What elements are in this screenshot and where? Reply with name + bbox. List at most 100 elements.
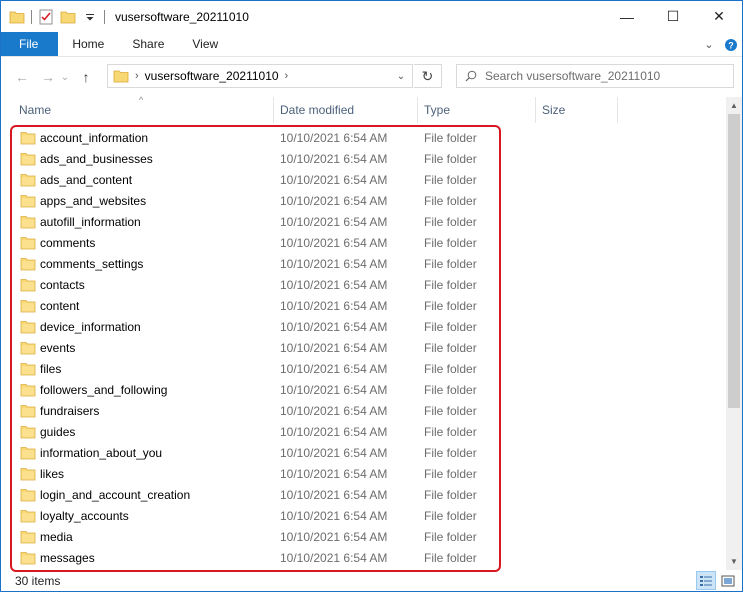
file-name[interactable]: likes xyxy=(40,464,64,485)
up-arrow-icon[interactable]: ↑ xyxy=(75,66,97,88)
vertical-scrollbar[interactable]: ▲ ▼ xyxy=(726,97,742,570)
file-type: File folder xyxy=(424,152,477,166)
file-name[interactable]: media xyxy=(40,527,73,548)
file-row[interactable]: loyalty_accounts 10/10/2021 6:54 AM File f… xyxy=(1,506,726,527)
file-row[interactable]: likes 10/10/2021 6:54 AM File folder xyxy=(1,464,726,485)
file-type: File folder xyxy=(424,257,477,271)
tab-file[interactable]: File xyxy=(1,32,59,56)
maximize-button[interactable]: ☐ xyxy=(650,1,696,32)
column-header-date-modified[interactable]: Date modified xyxy=(274,97,418,123)
back-arrow-icon[interactable]: ← xyxy=(11,66,33,88)
file-name[interactable]: account_information xyxy=(40,128,148,149)
file-row[interactable]: information_about_you 10/10/2021 6:54 AM F… xyxy=(1,443,726,464)
file-row[interactable]: followers_and_following 10/10/2021 6:54 A… xyxy=(1,380,726,401)
file-date-modified: 10/10/2021 6:54 AM xyxy=(280,509,388,523)
tab-view[interactable]: View xyxy=(178,32,232,56)
file-name[interactable]: content xyxy=(40,296,79,317)
file-row[interactable]: ads_and_businesses 10/10/2021 6:54 AM File… xyxy=(1,149,726,170)
file-type: File folder xyxy=(424,320,477,334)
scrollbar-thumb[interactable] xyxy=(728,114,740,408)
file-name[interactable]: ads_and_businesses xyxy=(40,149,153,170)
file-row[interactable]: events 10/10/2021 6:54 AM File folder xyxy=(1,338,726,359)
column-header-type[interactable]: Type xyxy=(418,97,536,123)
search-input[interactable] xyxy=(485,69,725,83)
folder-icon xyxy=(20,152,36,166)
file-row[interactable]: content 10/10/2021 6:54 AM File folder xyxy=(1,296,726,317)
scroll-up-icon[interactable]: ▲ xyxy=(726,97,742,114)
search-box[interactable] xyxy=(456,64,734,88)
file-row[interactable]: autofill_information 10/10/2021 6:54 AM Fi… xyxy=(1,212,726,233)
file-name[interactable]: files xyxy=(40,359,61,380)
file-row[interactable]: guides 10/10/2021 6:54 AM File folder xyxy=(1,422,726,443)
file-name[interactable]: followers_and_following xyxy=(40,380,167,401)
file-name[interactable]: contacts xyxy=(40,275,85,296)
file-name[interactable]: login_and_account_creation xyxy=(40,485,190,506)
chevron-right-icon[interactable]: › xyxy=(285,70,289,82)
file-name[interactable]: events xyxy=(40,338,75,359)
folder-icon xyxy=(20,215,36,229)
file-row[interactable]: comments_settings 10/10/2021 6:54 AM File … xyxy=(1,254,726,275)
folder-icon[interactable] xyxy=(9,9,25,25)
file-name[interactable]: fundraisers xyxy=(40,401,99,422)
help-icon[interactable]: ? xyxy=(720,34,742,56)
file-row[interactable]: ads_and_content 10/10/2021 6:54 AM File fo… xyxy=(1,170,726,191)
customize-dropdown-icon[interactable] xyxy=(82,9,98,25)
file-list: account_information 10/10/2021 6:54 AM Fil… xyxy=(1,128,726,570)
file-name[interactable]: apps_and_websites xyxy=(40,191,146,212)
file-row[interactable]: fundraisers 10/10/2021 6:54 AM File folder xyxy=(1,401,726,422)
file-date-modified: 10/10/2021 6:54 AM xyxy=(280,278,388,292)
folder-icon xyxy=(20,194,36,208)
file-row[interactable]: files 10/10/2021 6:54 AM File folder xyxy=(1,359,726,380)
file-name[interactable]: device_information xyxy=(40,317,141,338)
address-dropdown-icon[interactable]: ⌄ xyxy=(390,65,412,87)
file-name[interactable]: ads_and_content xyxy=(40,170,132,191)
large-icons-view-icon[interactable] xyxy=(718,571,738,590)
file-name[interactable]: information_about_you xyxy=(40,443,162,464)
file-row[interactable]: contacts 10/10/2021 6:54 AM File folder xyxy=(1,275,726,296)
file-name[interactable]: loyalty_accounts xyxy=(40,506,129,527)
tab-share[interactable]: Share xyxy=(118,32,178,56)
item-count: 30 items xyxy=(15,574,61,588)
file-date-modified: 10/10/2021 6:54 AM xyxy=(280,488,388,502)
file-row[interactable]: device_information 10/10/2021 6:54 AM File… xyxy=(1,317,726,338)
refresh-button[interactable]: ↻ xyxy=(414,64,442,88)
file-row[interactable]: messages 10/10/2021 6:54 AM File folder xyxy=(1,548,726,569)
scroll-down-icon[interactable]: ▼ xyxy=(726,553,742,570)
window-controls: — ☐ ✕ xyxy=(604,1,742,32)
file-name[interactable]: comments_settings xyxy=(40,254,143,275)
recent-locations-icon[interactable]: ⌄ xyxy=(59,66,71,88)
file-type: File folder xyxy=(424,194,477,208)
file-name[interactable]: guides xyxy=(40,422,75,443)
column-header-name[interactable]: Name xyxy=(13,97,274,123)
file-type: File folder xyxy=(424,530,477,544)
new-folder-icon[interactable] xyxy=(60,9,76,25)
svg-text:?: ? xyxy=(728,40,734,50)
file-row[interactable]: comments 10/10/2021 6:54 AM File folder xyxy=(1,233,726,254)
tab-home[interactable]: Home xyxy=(58,32,118,56)
folder-icon xyxy=(20,236,36,250)
address-path[interactable]: vusersoftware_20211010 xyxy=(145,69,279,83)
file-type: File folder xyxy=(424,551,477,565)
column-header-size[interactable]: Size xyxy=(536,97,618,123)
chevron-right-icon[interactable]: › xyxy=(135,70,139,82)
file-row[interactable]: login_and_account_creation 10/10/2021 6:5… xyxy=(1,485,726,506)
ribbon-tabs: File Home Share View ⌄ ? xyxy=(1,32,742,57)
forward-arrow-icon[interactable]: → xyxy=(37,66,59,88)
details-view-icon[interactable] xyxy=(696,571,716,590)
file-row[interactable]: media 10/10/2021 6:54 AM File folder xyxy=(1,527,726,548)
file-name[interactable]: autofill_information xyxy=(40,212,141,233)
expand-ribbon-icon[interactable]: ⌄ xyxy=(698,34,720,56)
properties-checklist-icon[interactable] xyxy=(38,9,54,25)
address-bar[interactable]: › vusersoftware_20211010 › ⌄ xyxy=(107,64,413,88)
file-date-modified: 10/10/2021 6:54 AM xyxy=(280,425,388,439)
file-name[interactable]: comments xyxy=(40,233,95,254)
quick-access-toolbar xyxy=(1,1,111,32)
file-type: File folder xyxy=(424,383,477,397)
file-name[interactable]: messages xyxy=(40,548,95,569)
file-row[interactable]: apps_and_websites 10/10/2021 6:54 AM File … xyxy=(1,191,726,212)
close-button[interactable]: ✕ xyxy=(696,1,742,32)
file-row[interactable]: account_information 10/10/2021 6:54 AM Fil… xyxy=(1,128,726,149)
file-date-modified: 10/10/2021 6:54 AM xyxy=(280,404,388,418)
minimize-button[interactable]: — xyxy=(604,1,650,32)
file-date-modified: 10/10/2021 6:54 AM xyxy=(280,236,388,250)
